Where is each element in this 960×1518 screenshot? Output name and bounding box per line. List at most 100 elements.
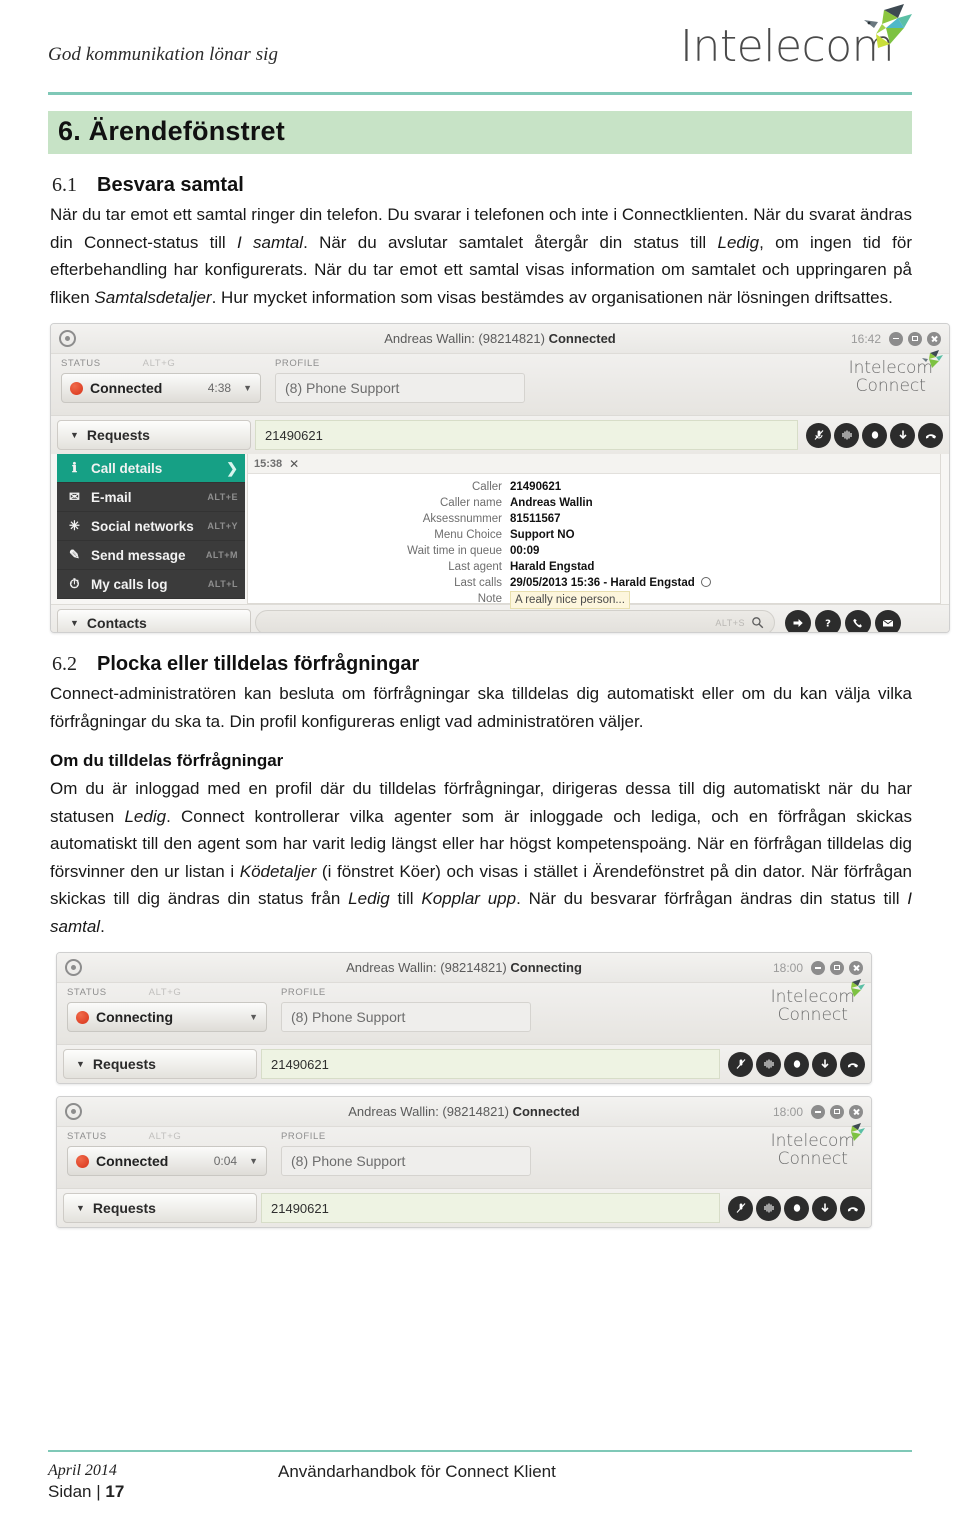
- app2-clock: 18:00: [772, 960, 803, 975]
- triangle-down-icon: ▼: [70, 617, 79, 628]
- intelecom-logo: Intelecom: [672, 4, 912, 76]
- app1-status-value: Connected: [90, 380, 163, 397]
- brand-bird-icon: [851, 1123, 865, 1142]
- mute-icon[interactable]: [728, 1051, 753, 1077]
- app3-status-label: STATUS: [67, 1131, 107, 1143]
- maximize-button[interactable]: [908, 331, 922, 346]
- app2-status-label: STATUS: [67, 987, 107, 999]
- app2-window-controls: 18:00: [772, 960, 863, 975]
- app-logo-icon: [65, 959, 82, 977]
- sidebar-label-0: Call details: [91, 460, 163, 476]
- section-61-paragraph: När du tar emot ett samtal ringer din te…: [50, 205, 913, 307]
- detail-row: Caller 21490621: [248, 479, 940, 495]
- app2-profile-field[interactable]: (8) Phone Support: [281, 1002, 531, 1033]
- section-62-title: Plocka eller tilldelas förfrågningar: [97, 653, 420, 676]
- detail-value: Support NO: [510, 529, 575, 542]
- detail-value: 00:09: [510, 545, 540, 558]
- app1-profile-field[interactable]: (8) Phone Support: [275, 373, 525, 404]
- app1-detail-area: ℹ Call details ❯ ✉ E-mail ALT+E ✳ Social…: [51, 454, 949, 610]
- close-button[interactable]: [927, 331, 941, 346]
- app3-request-item[interactable]: 21490621: [261, 1193, 720, 1224]
- app2-status-shortcut: ALT+G: [148, 987, 182, 999]
- app3-profile-field[interactable]: (8) Phone Support: [281, 1146, 531, 1177]
- minimize-button[interactable]: [811, 960, 825, 975]
- minimize-button[interactable]: [889, 331, 903, 346]
- detail-value-note[interactable]: A really nice person...: [510, 591, 630, 610]
- detail-key: Last agent: [448, 561, 502, 574]
- close-button[interactable]: [849, 960, 863, 975]
- mute-icon[interactable]: [728, 1195, 753, 1221]
- app1-contacts-tab[interactable]: ▼ Contacts: [57, 609, 251, 633]
- mail-icon[interactable]: [875, 609, 901, 633]
- close-tab-icon[interactable]: ✕: [289, 457, 299, 471]
- section-61-number: 6.1: [52, 174, 77, 196]
- hold-icon[interactable]: [784, 1051, 809, 1077]
- document-header: God kommunikation lönar sig Intelecom: [48, 0, 912, 90]
- app3-requests-tab[interactable]: ▼ Requests: [63, 1193, 257, 1224]
- sidebar-item-email[interactable]: ✉ E-mail ALT+E: [57, 483, 245, 513]
- app1-status-dropdown[interactable]: Connected 4:38 ▼: [61, 373, 261, 404]
- maximize-button[interactable]: [830, 960, 844, 975]
- sidebar-shortcut-4: ALT+L: [207, 579, 238, 590]
- chapter-title: 6. Ärendefönstret: [58, 116, 285, 146]
- app1-request-item[interactable]: 21490621: [255, 420, 798, 451]
- transfer-down-icon[interactable]: [812, 1051, 837, 1077]
- chevron-down-icon: ▼: [249, 1156, 258, 1167]
- app1-window-controls: 16:42: [851, 331, 941, 346]
- footer-left: April 2014 Sidan | 17: [48, 1462, 278, 1502]
- hold-icon[interactable]: [862, 422, 887, 448]
- hold-icon[interactable]: [784, 1195, 809, 1221]
- app2-requests-tab[interactable]: ▼ Requests: [63, 1049, 257, 1080]
- app1-bottom-buttons: ?: [775, 605, 901, 633]
- chevron-right-icon: ❯: [226, 459, 238, 476]
- mute-icon[interactable]: [806, 422, 831, 448]
- header-tagline: God kommunikation lönar sig: [48, 44, 279, 65]
- transfer-down-icon[interactable]: [890, 422, 915, 448]
- forward-icon[interactable]: [785, 609, 811, 633]
- record-icon[interactable]: [834, 422, 859, 448]
- transfer-down-icon[interactable]: [812, 1195, 837, 1221]
- brand-bird-icon: [851, 979, 865, 998]
- close-button[interactable]: [849, 1104, 863, 1119]
- app3-status-dropdown[interactable]: Connected 0:04 ▼: [67, 1146, 267, 1177]
- sidebar-item-social-networks[interactable]: ✳ Social networks ALT+Y: [57, 512, 245, 542]
- app3-brand-line2: Connect: [777, 1149, 848, 1170]
- app1-statusbar: STATUS ALT+G Connected 4:38 ▼ PROFILE (8…: [51, 350, 949, 417]
- footer-divider: [48, 1450, 912, 1452]
- search-icon: [752, 617, 764, 629]
- section-62-number: 6.2: [52, 653, 77, 676]
- sidebar-item-my-calls-log[interactable]: ⏱ My calls log ALT+L: [57, 570, 245, 600]
- call-icon[interactable]: [845, 609, 871, 633]
- app2-status-dropdown[interactable]: Connecting ▼: [67, 1002, 267, 1033]
- expand-circle-icon[interactable]: [700, 577, 711, 588]
- clock-icon: ⏱: [69, 576, 80, 592]
- search-input[interactable]: ALT+S: [255, 610, 775, 633]
- section-62-heading: 6.2 Plocka eller tilldelas förfrågningar: [48, 653, 912, 676]
- app2-title-state: Connecting: [510, 960, 582, 976]
- record-icon[interactable]: [756, 1051, 781, 1077]
- hangup-icon[interactable]: [840, 1051, 865, 1077]
- app1-requests-tab[interactable]: ▼ Requests: [57, 420, 251, 451]
- app-logo-icon: [65, 1103, 82, 1121]
- app3-requests-row: ▼ Requests 21490621: [57, 1189, 871, 1228]
- sidebar-item-call-details[interactable]: ℹ Call details ❯: [57, 454, 245, 484]
- maximize-button[interactable]: [830, 1104, 844, 1119]
- detail-key: Caller: [471, 481, 502, 494]
- app1-side-menu: ℹ Call details ❯ ✉ E-mail ALT+E ✳ Social…: [57, 454, 245, 604]
- app-logo-icon: [59, 330, 76, 348]
- app1-title-state: Connected: [548, 331, 616, 347]
- minimize-button[interactable]: [811, 1104, 825, 1119]
- hangup-icon[interactable]: [918, 422, 943, 448]
- sidebar-shortcut-3: ALT+M: [205, 550, 238, 561]
- footer-page-label: Sidan |: [48, 1482, 101, 1501]
- app2-request-item[interactable]: 21490621: [261, 1049, 720, 1080]
- sidebar-item-send-message[interactable]: ✎ Send message ALT+M: [57, 541, 245, 571]
- help-icon[interactable]: ?: [815, 609, 841, 633]
- hangup-icon[interactable]: [840, 1195, 865, 1221]
- app3-title: Andreas Wallin: (98214821) Connected: [348, 1104, 580, 1120]
- record-icon[interactable]: [756, 1195, 781, 1221]
- info-icon: ℹ: [72, 460, 77, 476]
- app3-clock: 18:00: [772, 1104, 803, 1119]
- triangle-down-icon: ▼: [76, 1203, 85, 1214]
- sidebar-label-1: E-mail: [91, 489, 132, 505]
